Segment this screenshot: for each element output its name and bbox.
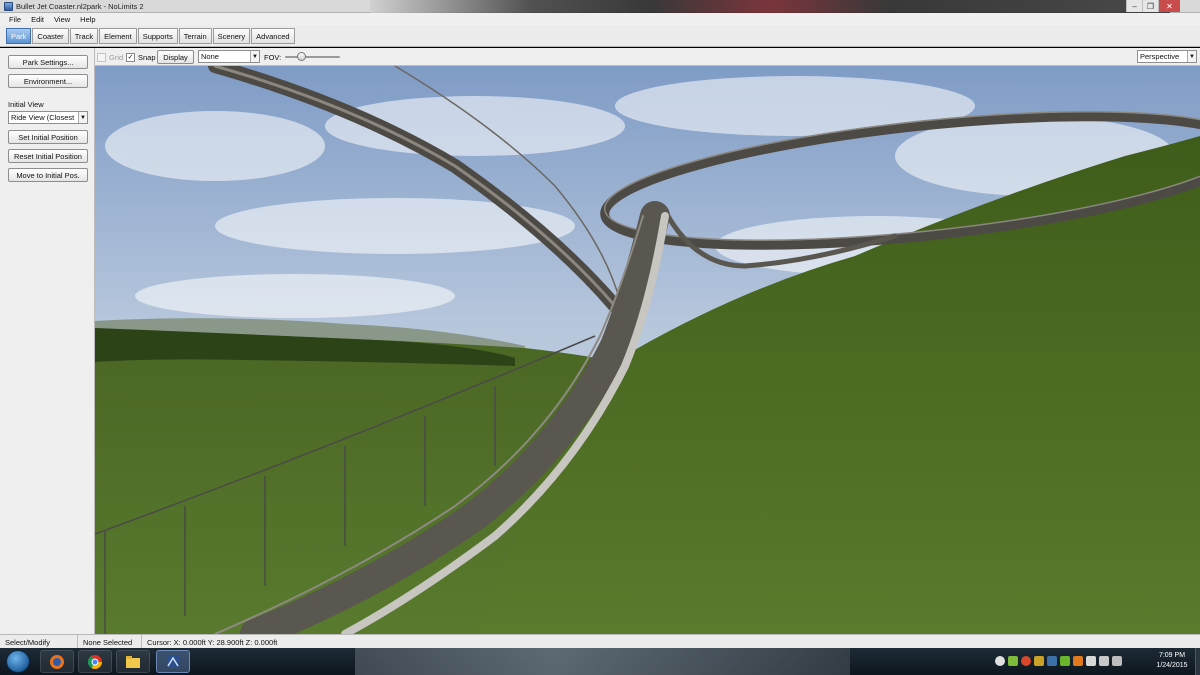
viewport-toolbar: Grid ✓ Snap Display None ▼ FOV: Perspect…: [95, 48, 1200, 66]
windows-start-button[interactable]: [6, 650, 30, 673]
tab-scenery[interactable]: Scenery: [212, 28, 251, 44]
coaster-scene: [95, 66, 1200, 634]
desktop-wallpaper-strip: [370, 0, 1170, 13]
display-select[interactable]: None ▼: [198, 50, 260, 63]
projection-select[interactable]: Perspective ▼: [1137, 50, 1197, 63]
tab-bar: Park Coaster Track Element Supports Terr…: [0, 25, 1200, 47]
checkmark-icon: ✓: [127, 54, 134, 61]
projection-value: Perspective: [1140, 52, 1180, 61]
chevron-down-icon: ▼: [1187, 51, 1196, 62]
status-selection: None Selected: [78, 635, 142, 649]
menu-file[interactable]: File: [4, 15, 26, 24]
taskbar-clock[interactable]: 7:09 PM 1/24/2015: [1152, 651, 1192, 671]
nvidia-icon[interactable]: [1060, 656, 1070, 666]
fov-slider-thumb[interactable]: [297, 52, 306, 61]
close-button[interactable]: ✕: [1158, 0, 1180, 12]
display-button[interactable]: Display: [157, 50, 194, 64]
move-to-initial-pos-button[interactable]: Move to Initial Pos.: [8, 168, 88, 182]
fov-label: FOV:: [264, 53, 282, 62]
display-select-value: None: [201, 52, 219, 61]
3d-viewport[interactable]: [95, 66, 1200, 634]
environment-button[interactable]: Environment...: [8, 74, 88, 88]
status-mode: Select/Modify: [0, 635, 78, 649]
set-initial-position-button[interactable]: Set Initial Position: [8, 130, 88, 144]
snap-label: Snap: [138, 53, 156, 62]
menu-help[interactable]: Help: [75, 15, 100, 24]
app-icon: [4, 2, 13, 11]
menu-view[interactable]: View: [49, 15, 75, 24]
taskbar-wallpaper: [355, 648, 850, 675]
steam-icon[interactable]: [1047, 656, 1057, 666]
initial-view-select[interactable]: Ride View (Closest ▼: [8, 111, 88, 124]
park-settings-button[interactable]: Park Settings...: [8, 55, 88, 69]
sync-icon[interactable]: [995, 656, 1005, 666]
initial-view-value: Ride View (Closest: [11, 113, 75, 122]
show-desktop-button[interactable]: [1195, 648, 1200, 675]
grid-label: Grid: [109, 53, 124, 62]
chrome-icon[interactable]: [78, 650, 112, 673]
tab-park[interactable]: Park: [6, 28, 32, 44]
park-side-panel: Park Settings... Environment... Initial …: [0, 48, 95, 634]
tab-element[interactable]: Element: [99, 28, 137, 44]
menu-edit[interactable]: Edit: [26, 15, 49, 24]
tab-coaster[interactable]: Coaster: [32, 28, 69, 44]
cloud-icon[interactable]: [1034, 656, 1044, 666]
spotify-icon[interactable]: [1008, 656, 1018, 666]
tab-advanced[interactable]: Advanced: [251, 28, 295, 44]
nolimits-icon[interactable]: [156, 650, 190, 673]
network-icon[interactable]: [1099, 656, 1109, 666]
tab-terrain[interactable]: Terrain: [178, 28, 212, 44]
status-cursor: Cursor: X: 0.000ft Y: 28.900ft Z: 0.000f…: [147, 637, 278, 647]
system-tray: [995, 656, 1122, 666]
menu-bar: File Edit View Help: [0, 13, 1200, 25]
fov-slider-track[interactable]: [285, 56, 340, 58]
origin-icon[interactable]: [1021, 656, 1031, 666]
file-explorer-icon[interactable]: [116, 650, 150, 673]
tab-supports[interactable]: Supports: [137, 28, 178, 44]
status-bar: Select/Modify None Selected Cursor: X: 0…: [0, 634, 1200, 649]
firefox-icon[interactable]: [40, 650, 74, 673]
clock-date: 1/24/2015: [1156, 662, 1188, 669]
clock-time: 7:09 PM: [1158, 652, 1186, 659]
windows-taskbar: 7:09 PM 1/24/2015: [0, 648, 1200, 675]
media-icon[interactable]: [1073, 656, 1083, 666]
title-bar: Bullet Jet Coaster.nl2park - NoLimits 2 …: [0, 0, 1200, 13]
maximize-button[interactable]: ❐: [1142, 0, 1158, 12]
window-title: Bullet Jet Coaster.nl2park - NoLimits 2: [16, 2, 144, 11]
grid-checkbox[interactable]: [97, 53, 106, 62]
chevron-down-icon: ▼: [78, 112, 87, 123]
chevron-down-icon: ▼: [250, 51, 259, 62]
minimize-button[interactable]: –: [1126, 0, 1142, 12]
flag-icon[interactable]: [1086, 656, 1096, 666]
initial-view-label: Initial View: [8, 100, 44, 109]
snap-checkbox[interactable]: ✓: [126, 53, 135, 62]
window-controls: – ❐ ✕: [1126, 0, 1180, 12]
tab-track[interactable]: Track: [69, 28, 99, 44]
volume-icon[interactable]: [1112, 656, 1122, 666]
reset-initial-position-button[interactable]: Reset Initial Position: [8, 149, 88, 163]
